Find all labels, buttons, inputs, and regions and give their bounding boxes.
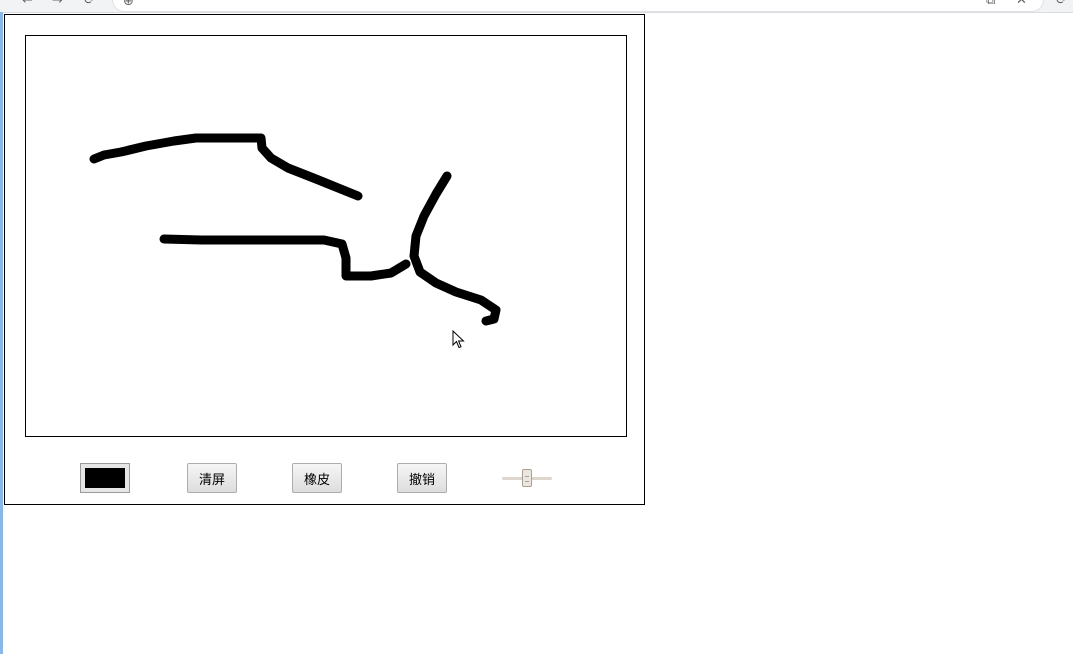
eraser-button[interactable]: 橡皮 [292,463,342,493]
toolbar: 清屏 橡皮 撤销 [5,461,644,493]
profile-icon[interactable]: ⟳ [1056,0,1067,8]
site-info-icon[interactable]: ⊕ [123,0,134,9]
clear-button[interactable]: 清屏 [187,463,237,493]
color-picker[interactable] [80,463,130,493]
share-icon[interactable]: ⧉ [986,0,995,8]
paint-app-container: 清屏 橡皮 撤销 [4,14,645,505]
slider-thumb[interactable] [522,469,532,487]
browser-toolbar: ← → ⟳ ⊕ ⧉ ✕ ⟳ [0,0,1073,13]
mouse-pointer-icon [452,330,465,349]
forward-icon[interactable]: → [52,0,63,8]
drawing-surface[interactable] [26,36,626,436]
brush-stroke [409,171,501,326]
back-icon[interactable]: ← [22,0,33,8]
drawing-canvas[interactable] [25,35,627,437]
color-swatch-fill [85,468,125,488]
close-icon[interactable]: ✕ [1016,0,1027,8]
address-bar[interactable]: ⊕ [112,0,1044,12]
brush-stroke [89,133,363,201]
brush-size-slider[interactable] [502,467,552,489]
desktop-edge [0,12,3,654]
reload-icon[interactable]: ⟳ [84,0,95,8]
undo-button[interactable]: 撤销 [397,463,447,493]
brush-stroke [159,234,411,281]
